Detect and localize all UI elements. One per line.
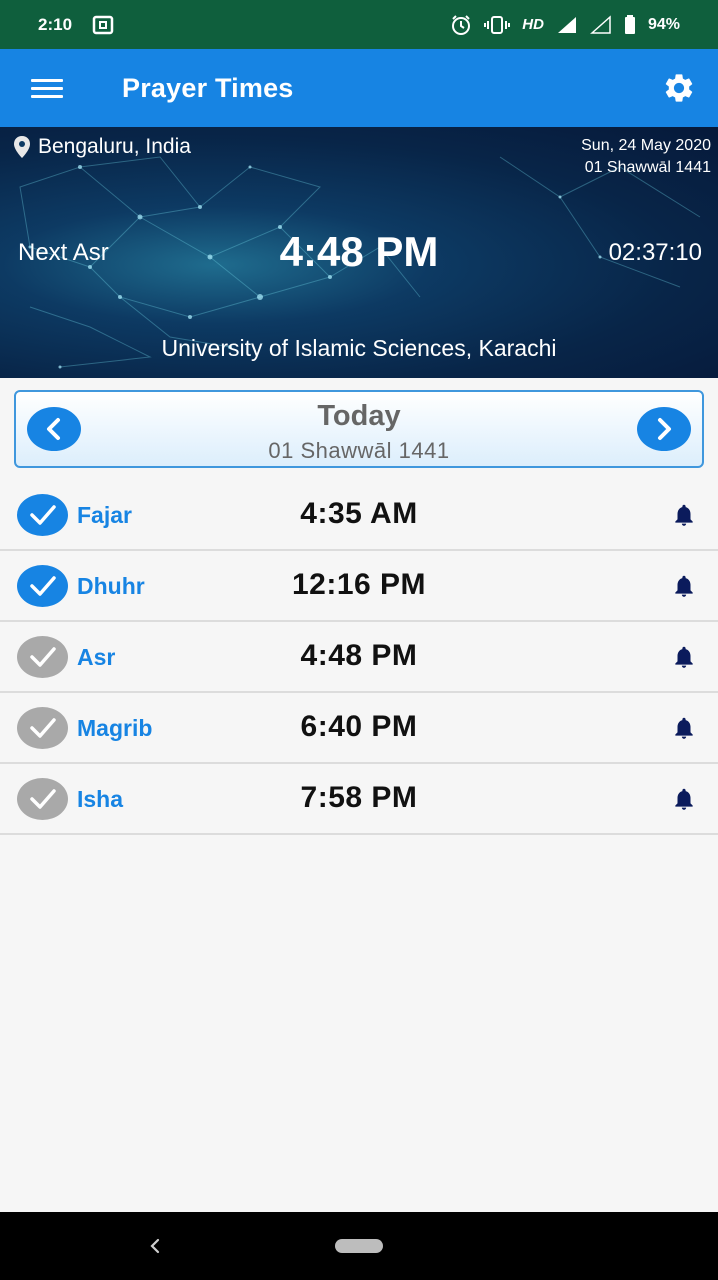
prayer-row-magrib[interactable]: Magrib 6:40 PM	[0, 693, 718, 764]
prayer-row-dhuhr[interactable]: Dhuhr 12:16 PM	[0, 551, 718, 622]
prayer-time: 7:58 PM	[300, 781, 418, 814]
date-navigator: Today 01 Shawwāl 1441	[14, 390, 704, 468]
signal-icon	[556, 15, 578, 35]
hd-label: HD	[522, 16, 544, 33]
hero-banner: Bengaluru, India Sun, 24 May 2020 01 Sha…	[0, 127, 718, 378]
vibrate-icon	[484, 15, 511, 35]
back-button[interactable]	[140, 1232, 170, 1260]
prayer-time: 6:40 PM	[300, 710, 418, 743]
system-nav-bar	[0, 1212, 718, 1280]
date-nav-subtitle: 01 Shawwāl 1441	[268, 438, 450, 463]
gregorian-date: Sun, 24 May 2020	[581, 137, 711, 154]
date-block: Sun, 24 May 2020 01 Shawwāl 1441	[581, 135, 711, 179]
bell-icon[interactable]	[671, 715, 697, 741]
prayer-row-isha[interactable]: Isha 7:58 PM	[0, 764, 718, 835]
menu-button[interactable]	[0, 49, 94, 127]
calculation-method: University of Islamic Sciences, Karachi	[161, 335, 557, 361]
home-button[interactable]	[335, 1239, 383, 1253]
countdown-timer: 02:37:10	[608, 239, 702, 266]
hijri-date: 01 Shawwāl 1441	[584, 159, 711, 176]
screenshot-icon	[92, 15, 114, 35]
prayer-row-fajar[interactable]: Fajar 4:35 AM	[0, 480, 718, 551]
back-chevron-icon	[150, 1238, 160, 1254]
date-nav-title: Today	[317, 400, 401, 432]
location-label: Bengaluru, India	[38, 135, 191, 158]
status-time: 2:10	[38, 14, 73, 34]
battery-icon	[624, 14, 636, 35]
prayer-time: 4:48 PM	[300, 639, 418, 672]
alarm-icon	[450, 14, 472, 36]
signal-empty-icon	[589, 14, 612, 35]
bell-icon[interactable]	[671, 573, 697, 599]
gear-icon	[665, 74, 693, 102]
battery-percent: 94%	[647, 15, 680, 33]
status-bar: 2:10 HD 94%	[0, 0, 718, 49]
settings-button[interactable]	[640, 49, 718, 127]
location[interactable]: Bengaluru, India	[12, 135, 191, 159]
prayer-time: 4:35 AM	[300, 497, 418, 530]
chevron-right-icon	[658, 418, 671, 440]
hamburger-icon	[31, 74, 63, 103]
bell-icon[interactable]	[671, 786, 697, 812]
bell-icon[interactable]	[671, 502, 697, 528]
prayer-list: Fajar 4:35 AM Dhuhr 12:16 PM Asr 4:48 PM…	[0, 480, 718, 835]
app-bar: Prayer Times	[0, 49, 718, 127]
location-pin-icon	[14, 136, 30, 158]
bell-icon[interactable]	[671, 644, 697, 670]
next-day-button[interactable]	[637, 407, 691, 451]
prayer-time: 12:16 PM	[291, 568, 427, 601]
app-title: Prayer Times	[122, 72, 294, 103]
prayer-row-asr[interactable]: Asr 4:48 PM	[0, 622, 718, 693]
